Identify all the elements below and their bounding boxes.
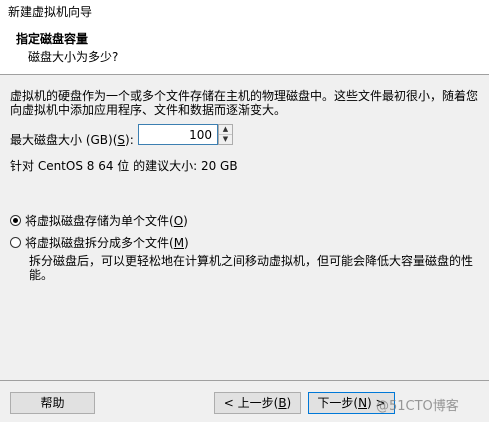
option-single-file[interactable]: 将虚拟磁盘存储为单个文件(O) bbox=[10, 212, 188, 229]
disk-description: 虚拟机的硬盘作为一个或多个文件存储在主机的物理磁盘中。这些文件最初很小，随着您向… bbox=[10, 89, 479, 117]
page-subheading: 磁盘大小为多少? bbox=[28, 50, 119, 64]
wizard-header: 指定磁盘容量 磁盘大小为多少? bbox=[0, 20, 489, 75]
split-description: 拆分磁盘后，可以更轻松地在计算机之间移动虚拟机，但可能会降低大容量磁盘的性能。 bbox=[29, 254, 474, 282]
recommended-size-text: 针对 CentOS 8 64 位 的建议大小: 20 GB bbox=[10, 159, 238, 173]
spinner-down-icon[interactable]: ▼ bbox=[219, 135, 232, 144]
help-button[interactable]: 帮助 bbox=[10, 392, 95, 414]
title-bar: 新建虚拟机向导 bbox=[0, 0, 489, 20]
radio-single-file[interactable] bbox=[10, 215, 21, 226]
radio-split-files[interactable] bbox=[10, 237, 21, 248]
option-split-files[interactable]: 将虚拟磁盘拆分成多个文件(M) bbox=[10, 234, 189, 251]
split-files-label: 将虚拟磁盘拆分成多个文件(M) bbox=[25, 236, 189, 250]
spinner-up-icon[interactable]: ▲ bbox=[219, 125, 232, 135]
watermark: @51CTO博客 bbox=[376, 399, 459, 414]
disk-size-spinner[interactable]: ▲ ▼ bbox=[218, 124, 233, 145]
max-disk-size-input[interactable]: 100 bbox=[138, 124, 218, 145]
max-disk-size-label: 最大磁盘大小 (GB)(S): bbox=[10, 133, 134, 147]
footer-divider bbox=[0, 380, 489, 381]
single-file-label: 将虚拟磁盘存储为单个文件(O) bbox=[25, 214, 188, 228]
page-heading: 指定磁盘容量 bbox=[16, 32, 89, 46]
back-button[interactable]: < 上一步(B) bbox=[214, 392, 301, 414]
window-title: 新建虚拟机向导 bbox=[8, 5, 93, 19]
